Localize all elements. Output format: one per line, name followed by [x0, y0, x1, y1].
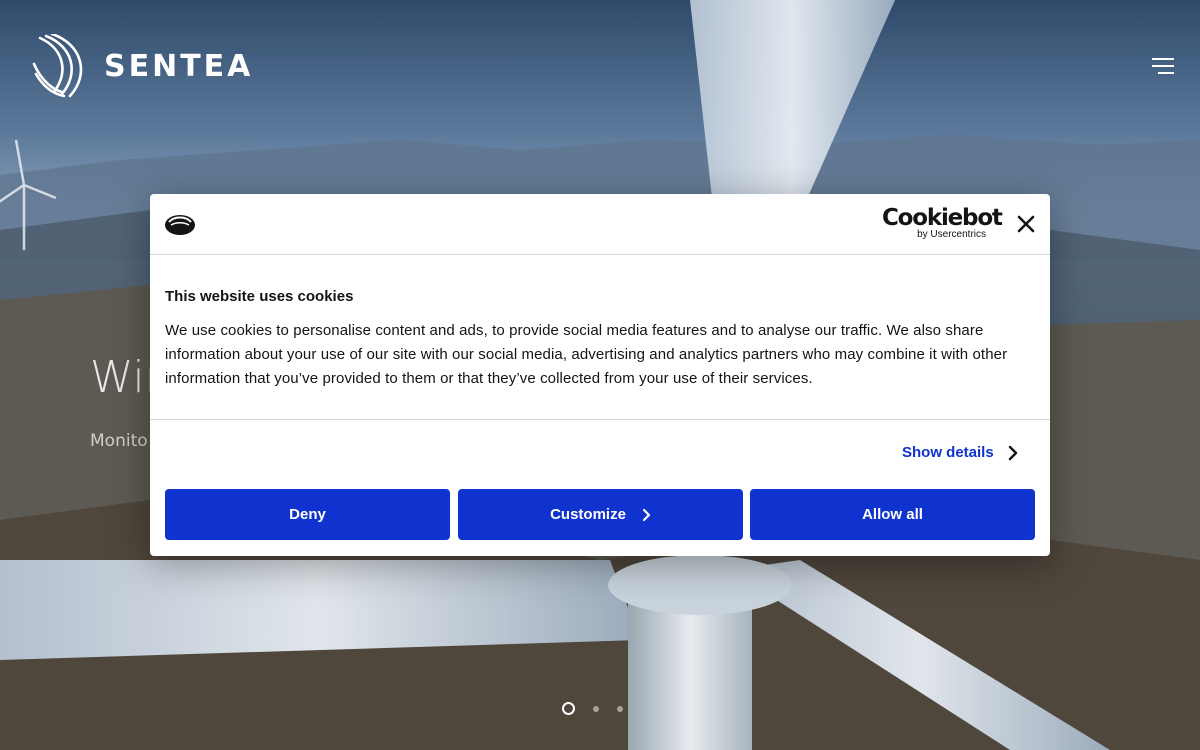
hamburger-menu-icon[interactable]: [1148, 56, 1174, 76]
cookie-dialog-header: Cookiebot by Usercentrics: [150, 194, 1050, 255]
chevron-right-icon: [642, 508, 651, 521]
customize-button[interactable]: Customize: [458, 489, 743, 540]
close-icon[interactable]: [1016, 214, 1036, 234]
menu-line: [1152, 65, 1174, 67]
cookiebot-logo[interactable]: Cookiebot by Usercentrics: [882, 205, 1003, 240]
cookie-icon: [165, 215, 195, 235]
show-details-link[interactable]: Show details: [902, 444, 1018, 461]
deny-button[interactable]: Deny: [165, 489, 450, 540]
allow-all-button[interactable]: Allow all: [750, 489, 1035, 540]
brand-name: SENTEA: [104, 48, 254, 84]
cookie-consent-dialog: Cookiebot by Usercentrics This website u…: [150, 194, 1050, 556]
hero-subtitle: Monito: [90, 431, 148, 451]
allow-all-button-label: Allow all: [862, 506, 923, 523]
sentea-logo-icon: [32, 34, 83, 98]
deny-button-label: Deny: [289, 506, 326, 523]
menu-line: [1152, 58, 1174, 60]
customize-button-label: Customize: [550, 506, 626, 523]
slider-dot[interactable]: [593, 705, 599, 712]
slider-dots: [562, 702, 623, 715]
sentea-logo[interactable]: SENTEA: [32, 34, 253, 98]
chevron-right-icon: [1008, 445, 1017, 460]
slider-dot[interactable]: [617, 705, 623, 712]
menu-line: [1158, 72, 1174, 74]
slider-dot-active[interactable]: [562, 702, 575, 715]
cookiebot-name: Cookiebot: [882, 205, 1003, 231]
site-header: SENTEA: [0, 0, 1200, 130]
cookie-dialog-title: This website uses cookies: [165, 288, 354, 305]
cookie-dialog-body: This website uses cookies We use cookies…: [150, 255, 1050, 420]
cookie-dialog-text: We use cookies to personalise content an…: [165, 322, 1008, 387]
show-details-label: Show details: [902, 444, 994, 461]
